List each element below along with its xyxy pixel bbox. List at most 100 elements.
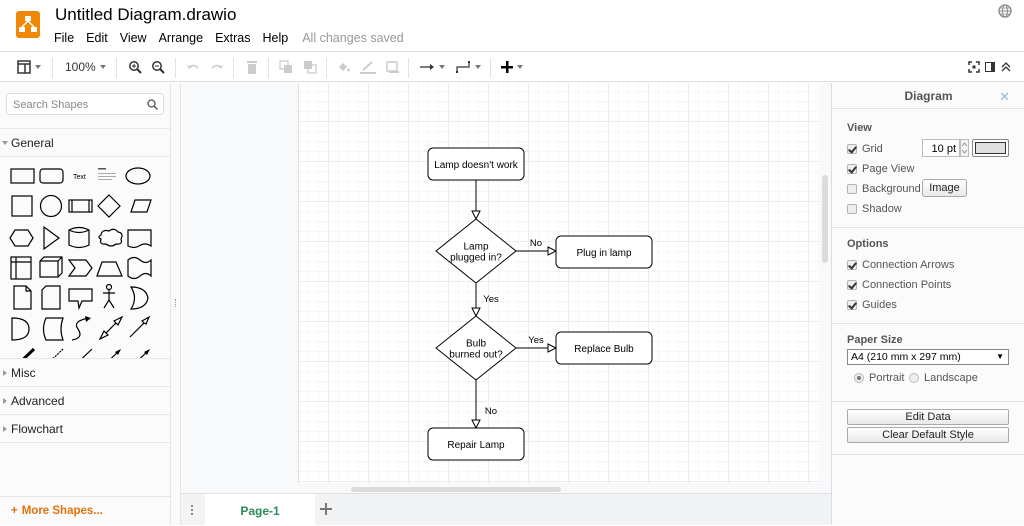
portrait-radio[interactable] [854,373,864,383]
chevron-down-icon [99,65,106,69]
document-title[interactable]: Untitled Diagram.drawio [55,5,236,25]
shape-circle [39,194,63,218]
more-shapes-label: More Shapes... [21,505,103,517]
shape-note [13,285,32,310]
waypoints-icon [456,61,470,73]
grid-size-stepper[interactable] [960,139,969,157]
fill-color-button[interactable] [337,59,351,75]
toggle-panel-button[interactable] [985,59,995,75]
delete-button[interactable] [245,59,259,75]
menu-file[interactable]: File [54,31,74,45]
format-panel-button[interactable] [17,59,41,75]
waypoints-button[interactable] [455,59,481,75]
shape-hexagon [9,229,34,247]
chevron-down-icon [517,65,523,69]
stepper-arrows-icon [961,142,968,154]
language-globe-icon[interactable] [998,4,1012,18]
guides-label: Guides [862,299,897,311]
diagram-canvas[interactable]: No Yes Yes No Lamp doesn't work Lamp plugged i… [181,83,831,493]
zoom-dropdown[interactable]: 100% [65,59,106,75]
background-checkbox[interactable] [847,184,857,194]
shape-text: Text [73,174,86,181]
sidebar-splitter[interactable] [171,83,181,525]
diagram-page[interactable]: No Yes Yes No Lamp doesn't work Lamp plugged i… [298,83,820,483]
delete-icon [247,61,257,74]
pages-menu-button[interactable] [190,504,194,519]
plus-icon [320,503,332,515]
chevron-right-icon [3,370,7,376]
page-view-checkbox[interactable] [847,164,857,174]
zoom-in-button[interactable] [128,59,142,75]
shape-triangle [43,225,61,251]
menu-edit[interactable]: Edit [86,31,108,45]
grid-size-input[interactable]: 10 pt [922,139,960,157]
menu-arrange[interactable]: Arrange [159,31,203,45]
add-page-button[interactable] [320,503,332,518]
connection-arrow-icon [420,64,434,70]
dropdown-arrow-icon: ▼ [996,352,1004,361]
vertical-dots-icon [191,505,193,515]
section-flowchart[interactable]: Flowchart [0,414,170,442]
collapse-header-button[interactable] [1001,59,1011,75]
menu-extras[interactable]: Extras [215,31,250,45]
shape-data-storage [11,317,30,341]
section-advanced[interactable]: Advanced [0,386,170,414]
edge-label: Yes [528,335,544,346]
save-status[interactable]: All changes saved [302,31,403,45]
edit-data-button[interactable]: Edit Data [847,409,1009,425]
paper-size-section: Paper Size A4 (210 mm x 297 mm) ▼ Portra… [832,324,1024,402]
horizontal-scrollbar[interactable] [351,487,561,492]
shape-cloud [98,228,123,247]
menu-help[interactable]: Help [263,31,289,45]
shape-rectangle [10,168,35,184]
connection-points-label: Connection Points [862,279,952,291]
undo-button[interactable] [186,59,200,75]
shape-line [81,348,93,358]
shape-tape [127,256,152,280]
paper-size-value: A4 (210 mm x 297 mm) [851,351,961,363]
section-general[interactable]: General [0,128,170,156]
to-back-button[interactable] [303,59,317,75]
guides-checkbox[interactable] [847,300,857,310]
background-image-button[interactable]: Image [922,179,967,197]
fullscreen-button[interactable] [968,59,980,75]
insert-button[interactable] [501,59,523,75]
drawio-logo-icon [16,11,40,38]
clear-default-style-button[interactable]: Clear Default Style [847,427,1009,443]
paper-size-select[interactable]: A4 (210 mm x 297 mm) ▼ [847,349,1009,365]
grid-label: Grid [862,143,883,155]
page-view-label: Page View [862,163,915,175]
landscape-radio[interactable] [909,373,919,383]
toggle-panel-icon [985,62,995,72]
connection-style-button[interactable] [419,59,445,75]
connection-arrows-checkbox[interactable] [847,260,857,270]
close-icon[interactable]: ✕ [999,89,1010,105]
page-tab-1[interactable]: Page-1 [205,494,315,526]
shape-callout [68,288,93,311]
shapes-sidebar: Search Shapes General Text Misc Advanced… [0,83,171,525]
general-shapes-palette: Text [9,167,152,358]
grid-checkbox[interactable] [847,144,857,154]
redo-button[interactable] [210,59,224,75]
to-front-button[interactable] [279,59,293,75]
connection-points-checkbox[interactable] [847,280,857,290]
grid-color-button[interactable] [972,139,1009,157]
shadow-label: Shadow [862,203,902,215]
search-shapes-input[interactable]: Search Shapes [6,93,164,115]
search-icon[interactable] [147,99,158,110]
panel-title: Diagram [904,89,953,103]
section-misc[interactable]: Misc [0,358,170,386]
shadow-button[interactable] [386,59,400,75]
node-label: Replace Bulb [574,344,634,355]
node-label: Repair Lamp [447,440,505,451]
more-shapes-button[interactable]: + More Shapes... [0,496,170,525]
menu-view[interactable]: View [120,31,147,45]
shadow-checkbox[interactable] [847,204,857,214]
undo-icon [187,64,199,69]
zoom-out-button[interactable] [151,59,165,75]
vertical-scrollbar[interactable] [822,175,828,263]
line-color-button[interactable] [360,59,376,75]
shape-document [127,229,152,249]
shape-dashed-line [52,348,64,358]
chevron-down-icon [35,65,41,69]
